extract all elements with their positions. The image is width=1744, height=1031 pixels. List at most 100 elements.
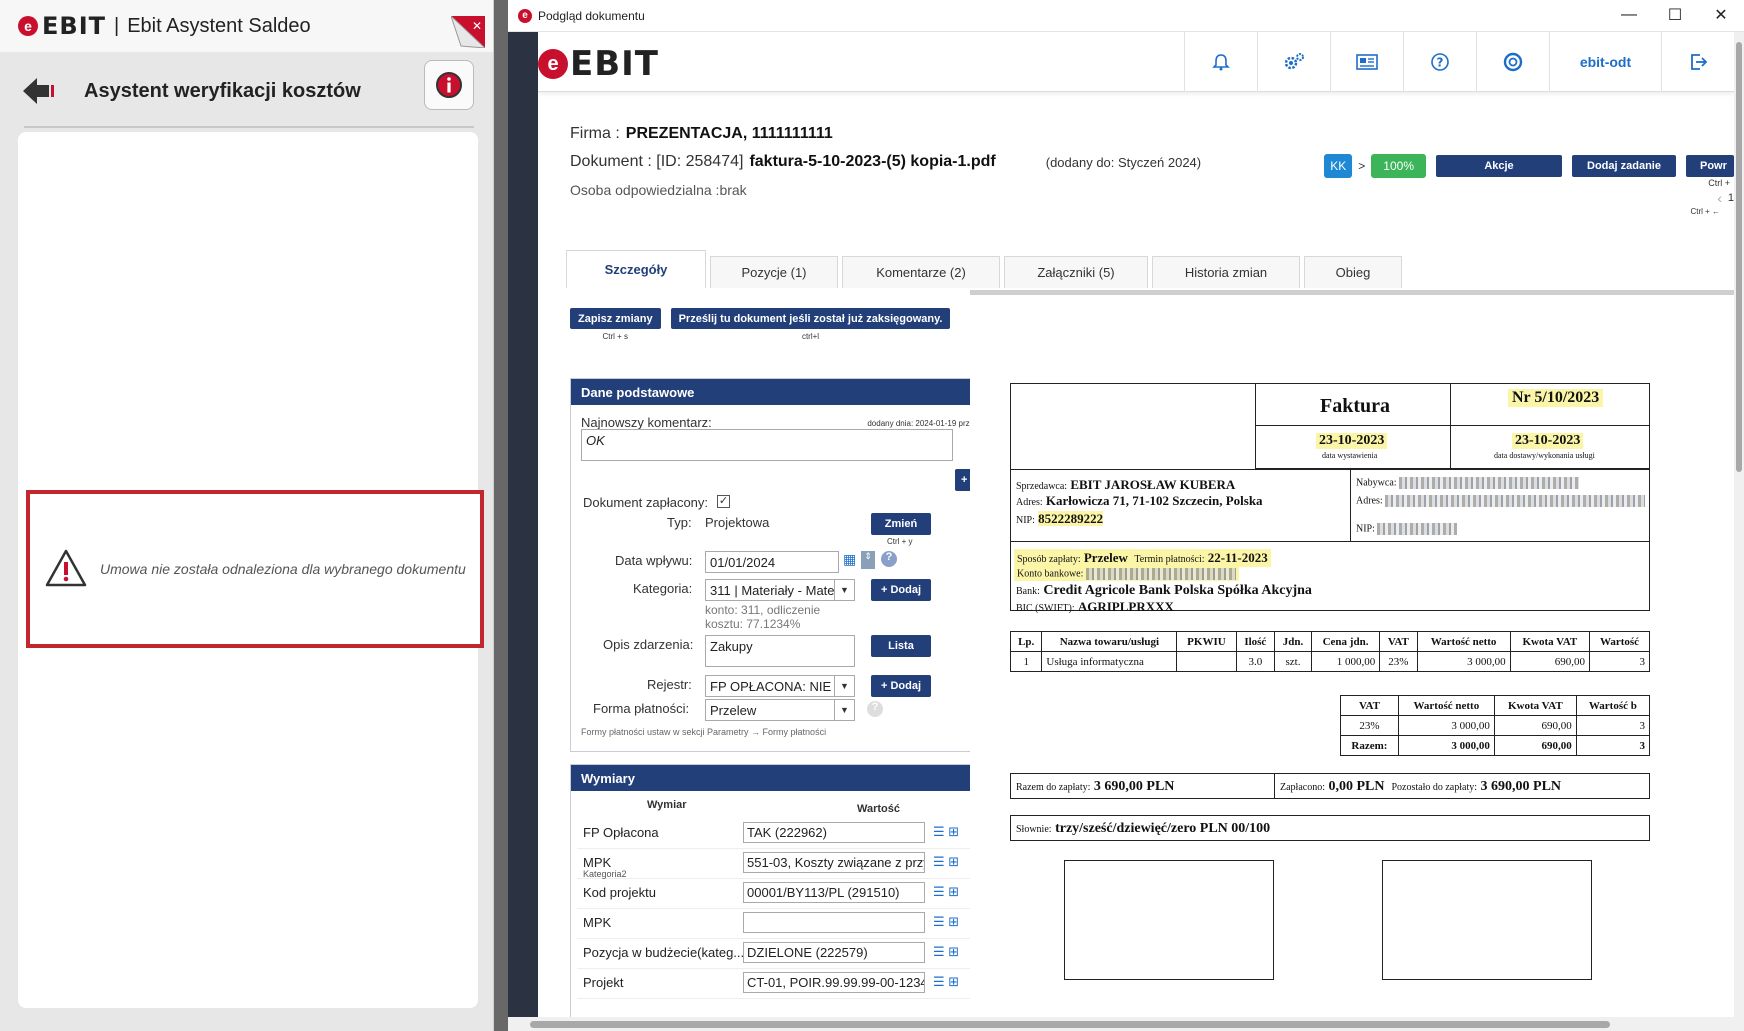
change-type-button[interactable]: Zmień [871,513,931,535]
paid-checkbox[interactable]: ✓ [717,495,730,508]
dimension-value[interactable]: 551-03, Koszty związane z przych [743,852,925,873]
items-header-cell: PKWIU [1176,631,1237,652]
category-label: Kategoria: [633,581,693,596]
logout-icon[interactable] [1661,32,1734,92]
type-value: Projektowa [705,515,770,530]
info-button[interactable] [424,60,474,110]
list-plus-icons[interactable]: ☰ ⊞ [933,824,959,840]
calendar-icon[interactable]: ▦ [843,551,856,568]
list-plus-icons[interactable]: ☰ ⊞ [933,914,959,930]
newspaper-icon[interactable] [1330,32,1403,92]
seller-nip-line: NIP: 8522289222 [1016,511,1104,526]
list-plus-icons[interactable]: ☰ ⊞ [933,944,959,960]
dimension-value[interactable]: TAK (222962) [743,822,925,843]
maximize-button[interactable]: ☐ [1652,0,1698,30]
add-register-button[interactable]: + Dodaj [871,675,931,697]
dimension-value[interactable]: 00001/BY113/PL (291510) [743,882,925,903]
close-panel-icon[interactable]: ✕ [450,15,487,49]
title-separator: | [114,14,120,37]
back-button[interactable] [18,69,62,113]
ebit-brand: e EBIT [538,44,659,84]
tab-zalaczniki[interactable]: Załączniki (5) [1004,256,1148,288]
kk-badge[interactable]: KK [1324,154,1353,178]
payment-form-select[interactable]: Przelew ▼ [705,699,855,721]
list-plus-icons[interactable]: ☰ ⊞ [933,854,959,870]
user-menu[interactable]: ebit-odt [1549,32,1661,92]
date-spinner[interactable]: ⇕ [861,551,875,569]
svg-text:✕: ✕ [472,19,482,33]
paid-label: Dokument zapłacony: [583,495,709,510]
dimension-value[interactable] [743,912,925,933]
item-cell: 1 [1009,651,1043,672]
invoice-title: Faktura [1320,395,1390,417]
payment-help-icon[interactable]: ? [867,701,883,717]
assistant-header: e EBIT | Ebit Asystent Saldeo [0,0,493,52]
items-header-cell: VAT [1379,631,1418,652]
invoice-number: Nr 5/10/2023 [1508,389,1604,407]
powrot-button[interactable]: Powr [1686,155,1734,177]
dimension-value[interactable]: CT-01, POIR.99.99.99-00-1234/20 [743,972,925,993]
save-button[interactable]: Zapisz zmiany [570,308,661,329]
list-button[interactable]: Lista [871,635,931,657]
prev-page-icon[interactable]: ‹ [1717,190,1722,206]
buyer-address-line: Adres: [1356,495,1646,507]
send-booked-button[interactable]: Prześlij tu dokument jeśli został już za… [670,308,951,329]
help-icon[interactable]: ? [1403,32,1476,92]
dimensions-header[interactable]: Wymiary [571,765,1015,791]
dimension-row: Kod projektu 00001/BY113/PL (291510) ☰ ⊞ [577,879,1011,909]
date-help-icon[interactable]: ? [881,551,897,567]
summary-cell: 3 000,00 [1397,735,1495,756]
ebit-logo-text: EBIT [42,12,106,40]
signature-box [1382,860,1592,980]
horizontal-scrollbar[interactable] [508,1017,1744,1031]
close-window-button[interactable]: ✕ [1698,0,1744,30]
add-category-button[interactable]: + Dodaj [871,579,931,601]
dimension-row: MPK ☰ ⊞ [577,909,1011,939]
item-cell [1176,651,1237,672]
tab-szczegoly[interactable]: Szczegóły [566,250,706,288]
window-titlebar: e Podgląd dokumentu — ☐ ✕ [508,0,1744,32]
minimize-button[interactable]: — [1606,0,1652,30]
description-field[interactable]: Zakupy [705,635,855,667]
delivery-date: 23-10-2023 [1512,433,1584,449]
seller-line: Sprzedawca: EBIT JAROSŁAW KUBERA [1016,477,1236,492]
words-line: Słownie: trzy/sześć/dziewięć/zero PLN 00… [1016,821,1271,836]
dimension-label: FP Opłacona [583,825,659,840]
tab-pozycje[interactable]: Pozycje (1) [710,256,838,288]
items-header-row: Lp. Nazwa towaru/usługi PKWIU Ilość Jdn.… [1009,631,1650,652]
gears-icon[interactable] [1257,32,1330,92]
items-header-cell: Lp. [1009,631,1043,652]
item-cell: 3 [1589,651,1650,672]
ctrl-hint-2: Ctrl + ← [1690,207,1720,216]
register-select[interactable]: FP OPŁACONA: NIE ▼ [705,675,855,697]
comment-field[interactable]: OK [581,429,953,461]
akcje-button[interactable]: Akcje [1436,155,1562,177]
scroll-thumb[interactable] [1736,42,1742,472]
date-field[interactable]: 01/01/2024 [705,551,839,573]
ebit-logo-icon: e [18,16,38,36]
list-plus-icons[interactable]: ☰ ⊞ [933,974,959,990]
rule [1255,425,1650,426]
dodaj-zadanie-button[interactable]: Dodaj zadanie [1572,155,1676,177]
osoba-value: brak [719,182,747,198]
send-hint: ctrl+l [801,332,820,341]
col-dimension: Wymiar [647,799,687,811]
rule [1010,469,1650,470]
tab-obieg[interactable]: Obieg [1304,256,1402,288]
rule [1350,469,1351,541]
dimension-value[interactable]: DZIELONE (222579) [743,942,925,963]
vertical-scrollbar[interactable] [1734,32,1744,1017]
lifebuoy-icon[interactable] [1476,32,1549,92]
tab-komentarze[interactable]: Komentarze (2) [842,256,1000,288]
divider [24,126,474,128]
category-select[interactable]: 311 | Materiały - Mate ▼ [705,579,855,601]
app-content: e EBIT ? ebit-odt Firma: PREZENTACJA, 1… [538,32,1734,1017]
basic-data-header[interactable]: Dane podstawowe [571,379,1015,405]
bank-line: Bank: Credit Agricole Bank Polska Spółka… [1016,583,1312,598]
list-plus-icons[interactable]: ☰ ⊞ [933,884,959,900]
assistant-toolbar: Asystent weryfikacji kosztów [18,58,474,124]
bell-icon[interactable] [1184,32,1257,92]
scroll-thumb[interactable] [530,1021,1610,1028]
description-label: Opis zdarzenia: [603,637,694,652]
tab-historia-zmian[interactable]: Historia zmian [1152,256,1300,288]
